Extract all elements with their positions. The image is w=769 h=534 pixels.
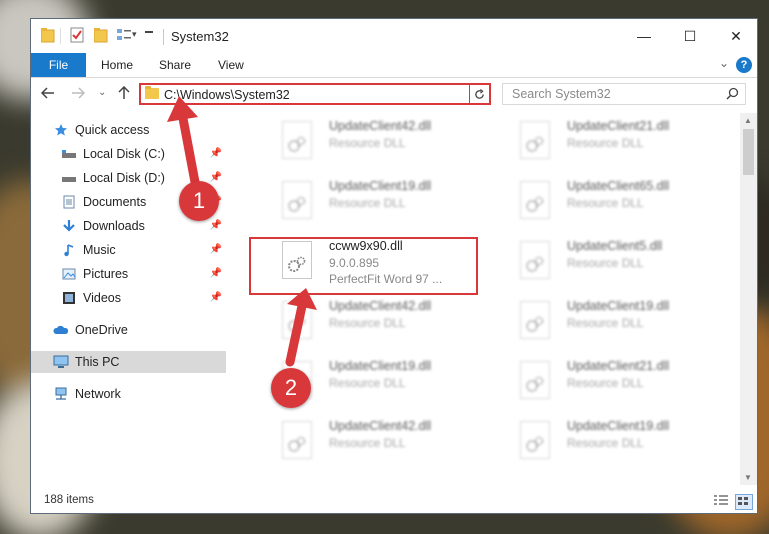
step-2-callout: 2 xyxy=(271,368,311,408)
annotation-arrows xyxy=(167,96,317,367)
step-1-callout: 1 xyxy=(179,181,219,221)
